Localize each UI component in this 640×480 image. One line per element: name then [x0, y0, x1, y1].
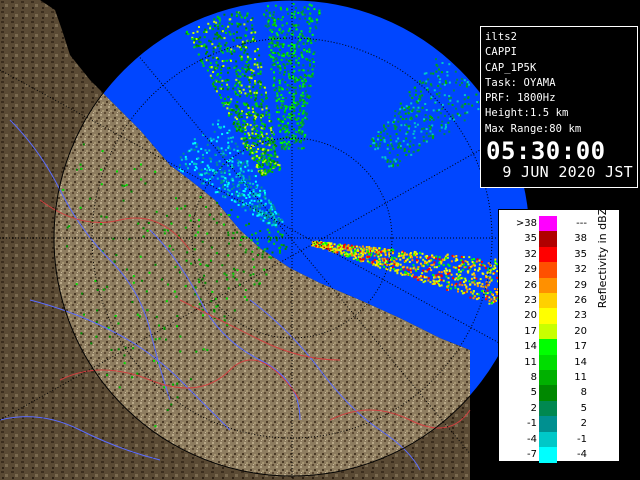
legend-row: -7 -4 — [499, 447, 599, 463]
legend-swatch — [539, 339, 557, 355]
legend-row: 35 38 — [499, 231, 599, 247]
max-range-value: Max Range:80 km — [485, 122, 582, 135]
legend-upper-bound: -4 — [577, 449, 587, 460]
legend-row: 11 14 — [499, 354, 599, 371]
legend-row: 20 23 — [499, 308, 599, 324]
legend-swatch — [539, 231, 557, 247]
legend-upper-bound: 26 — [574, 295, 587, 306]
legend-lower-bound: -1 — [527, 418, 537, 430]
legend-lower-bound: -7 — [527, 449, 537, 460]
legend-row: 17 20 — [499, 323, 599, 340]
legend-lower-bound: 14 — [524, 341, 537, 353]
legend-row: 58 — [499, 385, 599, 401]
scan-name: CAP_1P5K — [485, 61, 537, 74]
legend-swatch — [539, 431, 557, 448]
legend-lower-bound: 23 — [524, 295, 537, 306]
legend-swatch — [539, 308, 557, 324]
legend-row: >38 --- — [499, 216, 599, 232]
legend-upper-bound: 23 — [574, 310, 587, 322]
legend-swatch — [539, 354, 557, 371]
legend-swatch — [539, 370, 557, 386]
legend-row: 23 26 — [499, 293, 599, 309]
legend-row: 32 35 — [499, 246, 599, 263]
legend-lower-bound: 11 — [524, 356, 537, 368]
legend-swatch — [539, 400, 557, 417]
legend-swatch — [539, 246, 557, 263]
legend-upper-bound: 38 — [574, 233, 587, 245]
legend-swatch — [539, 385, 557, 401]
legend-upper-bound: 14 — [574, 356, 587, 368]
height-value: Height:1.5 km — [485, 107, 569, 120]
site-name: ilts2 — [485, 31, 518, 43]
legend-row: 29 32 — [499, 262, 599, 278]
legend-lower-bound: 32 — [524, 248, 537, 260]
legend-upper-bound: 2 — [580, 418, 587, 430]
legend-upper-bound: 17 — [574, 341, 587, 353]
legend-upper-bound: 35 — [574, 248, 587, 260]
legend-upper-bound: 11 — [574, 372, 587, 383]
legend-swatch — [539, 262, 557, 278]
legend-lower-bound: 8 — [530, 372, 537, 383]
legend-title: Reflectivity in dBZ — [596, 207, 609, 309]
legend-swatch — [539, 277, 557, 294]
legend-lower-bound: 5 — [530, 387, 537, 399]
legend-swatch — [539, 323, 557, 340]
legend-swatch — [539, 447, 557, 463]
legend-row: -1 2 — [499, 416, 599, 432]
legend-upper-bound: 8 — [580, 387, 587, 399]
observation-time: 05:30:00 — [486, 137, 606, 166]
legend-swatch — [539, 216, 557, 232]
prf-value: PRF: 1800Hz — [485, 92, 556, 105]
legend-upper-bound: --- — [576, 218, 587, 229]
legend-upper-bound: 5 — [580, 402, 587, 414]
task-name: Task: OYAMA — [485, 76, 556, 89]
legend-lower-bound: 2 — [530, 402, 537, 414]
legend-swatch — [539, 416, 557, 432]
info-panel: ilts2 CAPPI CAP_1P5K Task: OYAMA PRF: 18… — [480, 26, 638, 188]
legend-row: -4 -1 — [499, 431, 599, 448]
legend-swatch — [539, 293, 557, 309]
legend-row: 8 11 — [499, 370, 599, 386]
legend-upper-bound: -1 — [577, 433, 587, 445]
legend-lower-bound: 17 — [524, 325, 537, 337]
legend-lower-bound: 26 — [524, 279, 537, 291]
legend-row: 25 — [499, 400, 599, 417]
legend-row: 26 29 — [499, 277, 599, 294]
observation-date: 9 JUN 2020 JST — [502, 163, 633, 182]
product-name: CAPPI — [485, 46, 518, 59]
legend-lower-bound: >38 — [515, 218, 537, 229]
legend-upper-bound: 20 — [574, 325, 587, 337]
legend-lower-bound: 35 — [524, 233, 537, 245]
legend-lower-bound: -4 — [527, 433, 537, 445]
legend-lower-bound: 20 — [524, 310, 537, 322]
legend-upper-bound: 29 — [574, 279, 587, 291]
legend-upper-bound: 32 — [574, 264, 587, 276]
legend-lower-bound: 29 — [524, 264, 537, 276]
legend-row: 14 17 — [499, 339, 599, 355]
